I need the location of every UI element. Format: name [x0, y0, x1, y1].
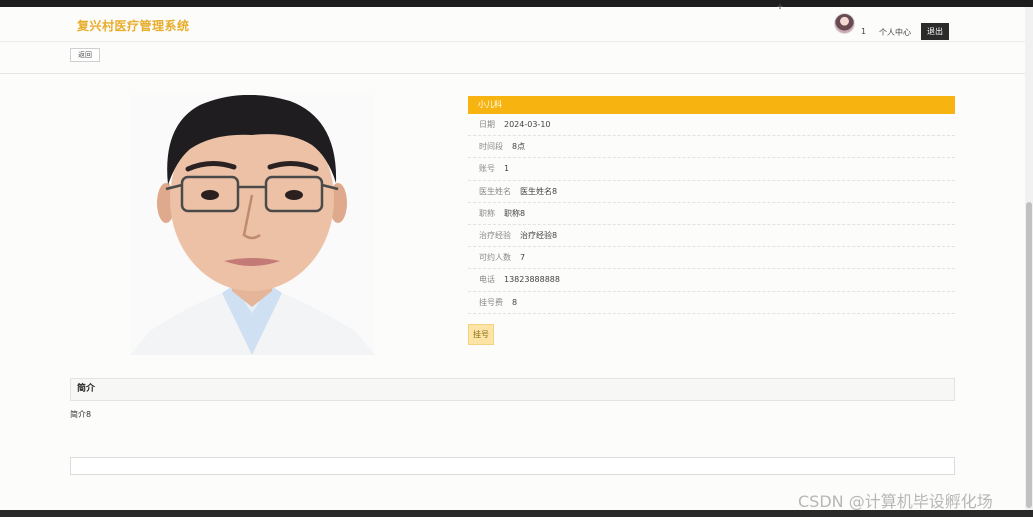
- logout-button[interactable]: 退出: [921, 23, 949, 40]
- register-button[interactable]: 挂号: [468, 324, 494, 345]
- field-label: 职称: [479, 208, 495, 218]
- field-label: 电话: [479, 275, 495, 285]
- field-value: 13823888888: [504, 275, 560, 285]
- info-row-fee: 挂号费 8: [468, 292, 955, 314]
- window-top-edge: [0, 0, 1033, 7]
- field-value: 1: [504, 164, 510, 174]
- avatar[interactable]: [834, 13, 855, 34]
- page-scrollbar[interactable]: [1025, 7, 1033, 510]
- intro-text: 简介8: [70, 410, 92, 419]
- comment-box[interactable]: [70, 457, 955, 475]
- toolbar: 返回: [0, 42, 1025, 74]
- field-label: 可约人数: [479, 253, 511, 263]
- personal-center-link[interactable]: 个人中心: [879, 27, 911, 38]
- info-row-experience: 治疗经验 治疗经验8: [468, 225, 955, 248]
- info-row-time-slot: 时间段 8点: [468, 136, 955, 159]
- mouse-cursor-icon: ✢: [777, 3, 783, 11]
- field-value: 7: [520, 253, 526, 263]
- field-label: 账号: [479, 164, 495, 174]
- intro-heading: 简介: [70, 378, 955, 401]
- doctor-portrait-image: [130, 95, 375, 355]
- user-id: 1: [861, 27, 867, 36]
- field-value: 2024-03-10: [504, 120, 551, 130]
- back-button[interactable]: 返回: [70, 48, 100, 62]
- field-label: 挂号费: [479, 297, 503, 307]
- doctor-photo: [130, 95, 375, 355]
- field-value: 职称8: [504, 208, 526, 218]
- info-row-phone: 电话 13823888888: [468, 269, 955, 292]
- field-value: 治疗经验8: [520, 231, 558, 241]
- field-label: 时间段: [479, 142, 503, 152]
- info-row-date: 日期 2024-03-10: [468, 114, 955, 137]
- window-bottom-edge: [0, 510, 1033, 517]
- scrollbar-thumb[interactable]: [1026, 202, 1032, 508]
- info-row-title: 职称 职称8: [468, 203, 955, 225]
- app-title: 复兴村医疗管理系统: [77, 19, 190, 33]
- info-row-account: 账号 1: [468, 158, 955, 181]
- field-label: 医生姓名: [479, 186, 511, 196]
- watermark-text: CSDN @计算机毕设孵化场: [798, 492, 993, 511]
- field-value: 8点: [512, 142, 526, 152]
- top-header: 复兴村医疗管理系统 1 个人中心 退出: [0, 7, 1025, 42]
- field-label: 治疗经验: [479, 231, 511, 241]
- field-value: 8: [512, 297, 518, 307]
- department-title: 小儿科: [468, 96, 955, 114]
- info-row-available-slots: 可约人数 7: [468, 247, 955, 270]
- field-value: 医生姓名8: [520, 186, 558, 196]
- field-label: 日期: [479, 120, 495, 130]
- doctor-info-panel: 小儿科 日期 2024-03-10 时间段 8点 账号 1 医生姓名 医生姓名8…: [468, 96, 955, 314]
- info-row-doctor-name: 医生姓名 医生姓名8: [468, 181, 955, 203]
